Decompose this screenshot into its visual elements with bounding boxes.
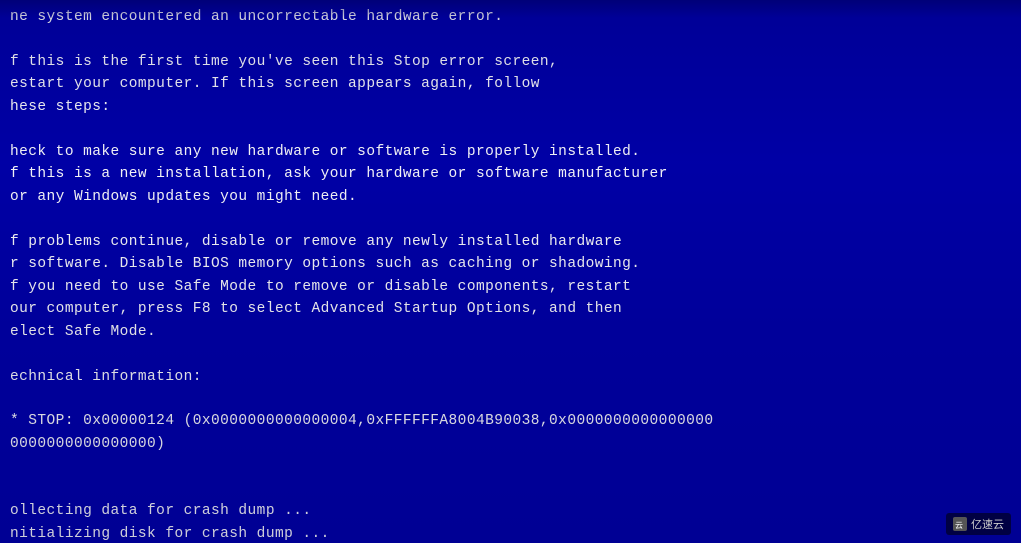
- svg-text:云: 云: [955, 521, 963, 530]
- watermark-label: 亿速云: [971, 516, 1004, 532]
- bsod-screen: ne system encountered an uncorrectable h…: [0, 0, 1021, 543]
- watermark: 云 亿速云: [946, 513, 1011, 535]
- watermark-icon: 云: [953, 517, 967, 531]
- bsod-text-content: ne system encountered an uncorrectable h…: [0, 0, 1021, 543]
